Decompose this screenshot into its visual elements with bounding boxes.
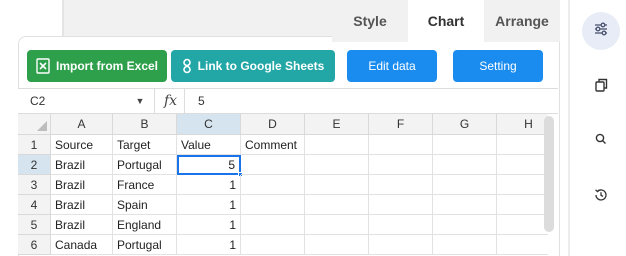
table-cell[interactable]: Value (177, 135, 241, 155)
table-cell[interactable]: 1 (177, 175, 241, 195)
copy-icon (593, 77, 609, 98)
table-cell[interactable] (433, 175, 497, 195)
table-cell[interactable] (369, 175, 433, 195)
editor-page: Style Chart Arrange Import from Excel Li… (0, 0, 626, 256)
table-cell[interactable] (241, 195, 305, 215)
copy-button[interactable] (582, 68, 620, 106)
table-cell[interactable] (433, 195, 497, 215)
table-cell[interactable]: Spain (113, 195, 177, 215)
formula-bar: C2 ▼ fx 5 (18, 88, 558, 114)
table-cell[interactable] (305, 155, 369, 175)
column-header-e[interactable]: E (305, 114, 369, 135)
table-cell[interactable]: England (113, 215, 177, 235)
table-cell[interactable]: Brazil (51, 195, 113, 215)
table-cell[interactable] (241, 155, 305, 175)
column-header-g[interactable]: G (433, 114, 497, 135)
table-cell[interactable]: Portugal (113, 155, 177, 175)
table-cell[interactable] (241, 235, 305, 255)
row-header[interactable]: 3 (18, 175, 51, 195)
table-cell[interactable]: Brazil (51, 215, 113, 235)
cell-reference[interactable]: C2 (18, 89, 136, 113)
column-header-h[interactable]: H (497, 114, 548, 135)
tab-arrange[interactable]: Arrange (484, 0, 560, 42)
row-header[interactable]: 5 (18, 215, 51, 235)
vertical-scrollbar[interactable] (544, 116, 554, 232)
fx-icon: fx (164, 93, 178, 109)
panel-tabs: Style Chart Arrange (332, 0, 560, 42)
table-cell[interactable] (305, 195, 369, 215)
table-cell[interactable] (369, 135, 433, 155)
link-icon (182, 58, 192, 74)
sliders-icon (593, 21, 609, 42)
table-cell[interactable]: 1 (177, 235, 241, 255)
cell-reference-dropdown-icon[interactable]: ▼ (128, 89, 152, 113)
table-cell[interactable] (369, 155, 433, 175)
table-cell[interactable] (305, 175, 369, 195)
table-cell[interactable] (497, 175, 548, 195)
table-cell[interactable]: Brazil (51, 175, 113, 195)
table-cell[interactable] (369, 235, 433, 255)
table-cell[interactable]: Source (51, 135, 113, 155)
formula-input[interactable]: 5 (198, 89, 205, 113)
table-cell[interactable]: Target (113, 135, 177, 155)
table-cell[interactable] (433, 235, 497, 255)
setting-button[interactable]: Setting (453, 50, 543, 82)
row-header[interactable]: 6 (18, 235, 51, 255)
table-cell[interactable] (305, 215, 369, 235)
table-cell[interactable]: 1 (177, 195, 241, 215)
table-cell[interactable]: France (113, 175, 177, 195)
edit-data-button[interactable]: Edit data (347, 50, 437, 82)
row-header[interactable]: 4 (18, 195, 51, 215)
table-cell[interactable] (433, 215, 497, 235)
table-cell[interactable] (497, 215, 548, 235)
table-cell[interactable] (305, 135, 369, 155)
table-cell[interactable] (369, 195, 433, 215)
link-google-sheets-button[interactable]: Link to Google Sheets (171, 50, 335, 82)
table-cell[interactable] (433, 155, 497, 175)
spreadsheet-grid: A B C D E F G H 1 Source Target Value Comment 2 Brazil… (18, 114, 548, 256)
import-excel-label: Import from Excel (55, 59, 159, 73)
table-cell[interactable] (305, 235, 369, 255)
active-cell[interactable]: 5 (177, 155, 241, 175)
table-cell[interactable] (241, 175, 305, 195)
sliders-button[interactable] (582, 12, 620, 50)
search-button[interactable] (582, 122, 620, 160)
column-header-d[interactable]: D (241, 114, 305, 135)
search-icon (594, 132, 608, 151)
table-cell[interactable] (497, 135, 548, 155)
table-cell[interactable]: Brazil (51, 155, 113, 175)
table-cell[interactable]: Canada (51, 235, 113, 255)
table-cell[interactable] (433, 135, 497, 155)
table-cell[interactable] (241, 215, 305, 235)
row-header[interactable]: 1 (18, 135, 51, 155)
table-cell[interactable] (369, 215, 433, 235)
tab-chart[interactable]: Chart (408, 0, 484, 42)
row-header[interactable]: 2 (18, 155, 51, 175)
select-all-corner[interactable] (18, 114, 51, 135)
link-google-sheets-label: Link to Google Sheets (197, 59, 325, 73)
import-excel-button[interactable]: Import from Excel (27, 50, 167, 82)
table-cell[interactable] (497, 235, 548, 255)
history-icon (593, 187, 609, 208)
column-header-a[interactable]: A (51, 114, 113, 135)
table-cell[interactable]: 1 (177, 215, 241, 235)
column-header-f[interactable]: F (369, 114, 433, 135)
history-button[interactable] (582, 178, 620, 216)
excel-icon (36, 58, 50, 74)
column-header-b[interactable]: B (113, 114, 177, 135)
table-cell[interactable] (497, 195, 548, 215)
table-cell[interactable] (497, 155, 548, 175)
table-cell[interactable]: Portugal (113, 235, 177, 255)
column-header-c[interactable]: C (177, 114, 241, 135)
table-cell[interactable]: Comment (241, 135, 305, 155)
tab-style[interactable]: Style (332, 0, 408, 42)
